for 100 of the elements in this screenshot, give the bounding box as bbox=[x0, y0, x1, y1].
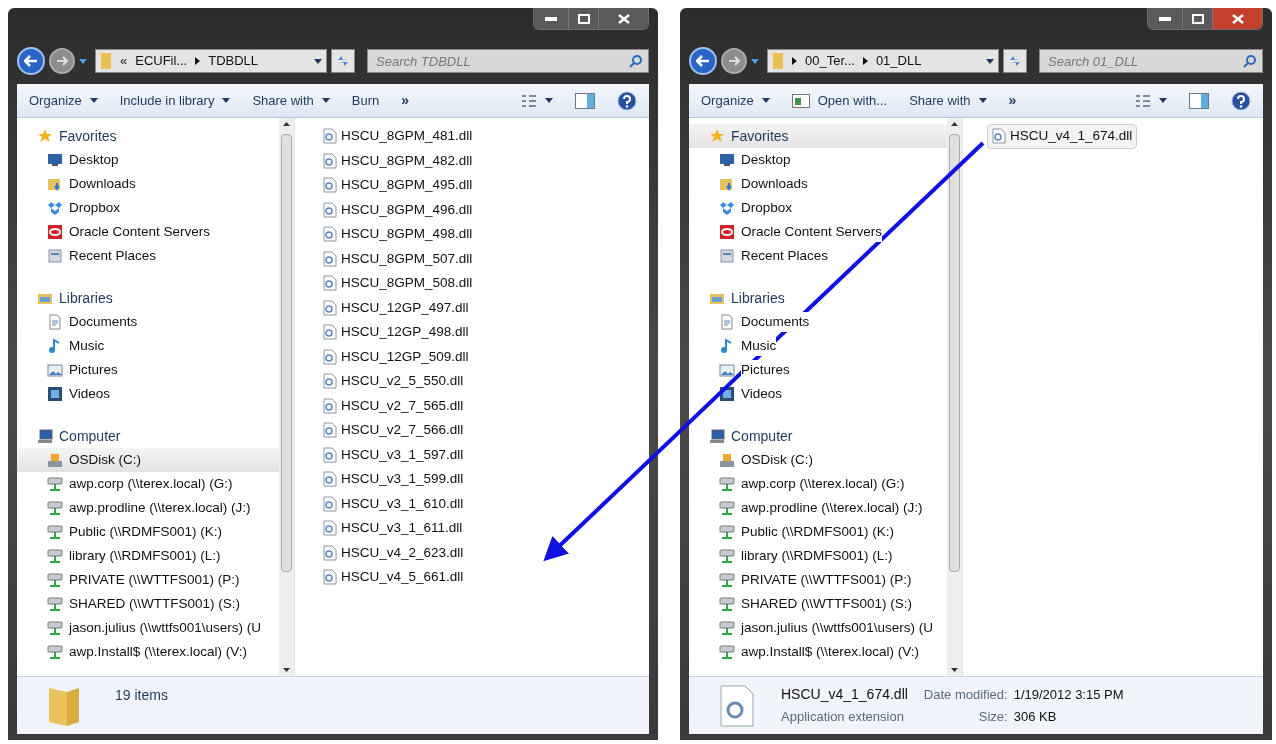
file-item[interactable]: HSCU_8GPM_508.dll bbox=[319, 271, 477, 296]
preview-pane-button[interactable] bbox=[575, 92, 595, 109]
nav-item[interactable]: SHARED (\\WTTFS001) (S:) bbox=[689, 592, 947, 616]
view-button[interactable] bbox=[1135, 93, 1167, 108]
search-field[interactable]: Search TDBDLL bbox=[367, 49, 649, 73]
nav-item[interactable]: PRIVATE (\\WTTFS001) (P:) bbox=[17, 568, 279, 592]
nav-item[interactable]: Dropbox bbox=[689, 196, 947, 220]
refresh-button[interactable] bbox=[331, 49, 355, 73]
file-item[interactable]: HSCU_v2_7_565.dll bbox=[319, 393, 468, 418]
nav-item[interactable]: Recent Places bbox=[689, 244, 947, 268]
nav-group-header[interactable]: Favorites bbox=[689, 124, 947, 148]
menu-button[interactable]: Share with bbox=[252, 90, 330, 111]
file-item[interactable]: HSCU_12GP_497.dll bbox=[319, 295, 473, 320]
file-item[interactable]: HSCU_v2_7_566.dll bbox=[319, 418, 468, 443]
nav-item[interactable]: awp.prodline (\\terex.local) (J:) bbox=[17, 496, 279, 520]
file-item[interactable]: HSCU_8GPM_481.dll bbox=[319, 124, 477, 149]
nav-item[interactable]: Downloads bbox=[17, 172, 279, 196]
nav-item[interactable]: Videos bbox=[17, 382, 279, 406]
breadcrumb[interactable]: TDBDLL bbox=[208, 51, 259, 71]
file-item[interactable]: HSCU_v4_2_623.dll bbox=[319, 540, 468, 565]
toolbar-button[interactable]: Open with... bbox=[791, 90, 888, 111]
nav-item[interactable]: Oracle Content Servers bbox=[17, 220, 279, 244]
more-button[interactable]: » bbox=[401, 90, 410, 111]
forward-button[interactable] bbox=[49, 48, 75, 74]
nav-item[interactable]: library (\\RDMFS001) (L:) bbox=[689, 544, 947, 568]
nav-item[interactable]: jason.julius (\\wttfs001\users) (U bbox=[689, 616, 947, 640]
nav-item[interactable]: Documents bbox=[689, 310, 947, 334]
file-item[interactable]: HSCU_8GPM_496.dll bbox=[319, 197, 477, 222]
scrollbar-thumb[interactable] bbox=[949, 134, 960, 572]
nav-item[interactable]: Oracle Content Servers bbox=[689, 220, 947, 244]
more-button[interactable]: » bbox=[1008, 90, 1017, 111]
file-item[interactable]: HSCU_8GPM_482.dll bbox=[319, 148, 477, 173]
nav-group-header[interactable]: Favorites bbox=[17, 124, 279, 148]
nav-item[interactable]: Public (\\RDMFS001) (K:) bbox=[689, 520, 947, 544]
file-item[interactable]: HSCU_v3_1_597.dll bbox=[319, 442, 468, 467]
nav-item[interactable]: awp.prodline (\\terex.local) (J:) bbox=[689, 496, 947, 520]
nav-item[interactable]: Pictures bbox=[689, 358, 947, 382]
scrollbar[interactable] bbox=[947, 118, 962, 676]
file-item[interactable]: HSCU_v4_1_674.dll bbox=[987, 124, 1138, 149]
file-item[interactable]: HSCU_v2_5_550.dll bbox=[319, 369, 468, 394]
nav-item[interactable]: Downloads bbox=[689, 172, 947, 196]
file-item[interactable]: HSCU_v3_1_611.dll bbox=[319, 516, 467, 541]
nav-item[interactable]: SHARED (\\WTTFS001) (S:) bbox=[17, 592, 279, 616]
preview-pane-button[interactable] bbox=[1189, 92, 1209, 109]
back-button[interactable] bbox=[689, 47, 717, 75]
nav-item[interactable]: Music bbox=[689, 334, 947, 358]
nav-item[interactable]: awp.corp (\\terex.local) (G:) bbox=[689, 472, 947, 496]
nav-item[interactable]: Pictures bbox=[17, 358, 279, 382]
nav-item[interactable]: Videos bbox=[689, 382, 947, 406]
nav-item[interactable]: Dropbox bbox=[17, 196, 279, 220]
forward-button[interactable] bbox=[721, 48, 747, 74]
address-bar[interactable]: 00_Ter... 01_DLL bbox=[767, 49, 999, 73]
nav-item[interactable]: Desktop bbox=[17, 148, 279, 172]
help-button[interactable] bbox=[617, 90, 637, 111]
menu-button[interactable]: Organize bbox=[701, 90, 770, 111]
breadcrumb[interactable]: ECUFil... bbox=[135, 51, 188, 71]
file-item[interactable]: HSCU_8GPM_495.dll bbox=[319, 173, 477, 198]
file-item[interactable]: HSCU_8GPM_498.dll bbox=[319, 222, 477, 247]
nav-item[interactable]: awp.Install$ (\\terex.local) (V:) bbox=[689, 640, 947, 664]
nav-item[interactable]: PRIVATE (\\WTTFS001) (P:) bbox=[689, 568, 947, 592]
close-button[interactable] bbox=[598, 8, 648, 29]
minimize-button[interactable] bbox=[1148, 8, 1182, 29]
nav-item[interactable]: awp.corp (\\terex.local) (G:) bbox=[17, 472, 279, 496]
nav-item[interactable]: Desktop bbox=[689, 148, 947, 172]
nav-group-header[interactable]: Computer bbox=[689, 424, 947, 448]
nav-item[interactable]: Music bbox=[17, 334, 279, 358]
nav-item[interactable]: Documents bbox=[17, 310, 279, 334]
file-item[interactable]: HSCU_v3_1_610.dll bbox=[319, 491, 468, 516]
scrollbar[interactable] bbox=[279, 118, 294, 676]
view-button[interactable] bbox=[521, 93, 553, 108]
scrollbar-thumb[interactable] bbox=[281, 134, 292, 572]
help-button[interactable] bbox=[1231, 90, 1251, 111]
nav-group-header[interactable]: Computer bbox=[17, 424, 279, 448]
file-item[interactable]: HSCU_12GP_509.dll bbox=[319, 344, 473, 369]
close-button[interactable] bbox=[1212, 8, 1262, 29]
menu-button[interactable]: Organize bbox=[29, 90, 98, 111]
breadcrumb-overflow[interactable]: « bbox=[120, 51, 128, 71]
maximize-button[interactable] bbox=[568, 8, 598, 29]
file-item[interactable]: HSCU_8GPM_507.dll bbox=[319, 246, 477, 271]
search-field[interactable]: Search 01_DLL bbox=[1039, 49, 1263, 73]
nav-item[interactable]: OSDisk (C:) bbox=[689, 448, 947, 472]
file-item[interactable]: HSCU_12GP_498.dll bbox=[319, 320, 473, 345]
nav-group-header[interactable]: Libraries bbox=[17, 286, 279, 310]
toolbar-button[interactable]: Burn bbox=[351, 90, 380, 111]
nav-item[interactable]: OSDisk (C:) bbox=[17, 448, 279, 472]
breadcrumb[interactable]: 01_DLL bbox=[875, 51, 922, 71]
file-item[interactable]: HSCU_v4_5_661.dll bbox=[319, 565, 468, 590]
breadcrumb[interactable]: 00_Ter... bbox=[805, 51, 855, 71]
menu-button[interactable]: Share with bbox=[909, 90, 987, 111]
nav-item[interactable]: library (\\RDMFS001) (L:) bbox=[17, 544, 279, 568]
back-button[interactable] bbox=[17, 47, 45, 75]
file-item[interactable]: HSCU_v3_1_599.dll bbox=[319, 467, 468, 492]
nav-item[interactable]: Recent Places bbox=[17, 244, 279, 268]
nav-group-header[interactable]: Libraries bbox=[689, 286, 947, 310]
minimize-button[interactable] bbox=[534, 8, 568, 29]
nav-item[interactable]: Public (\\RDMFS001) (K:) bbox=[17, 520, 279, 544]
maximize-button[interactable] bbox=[1182, 8, 1212, 29]
address-bar[interactable]: « ECUFil... TDBDLL bbox=[95, 49, 327, 73]
menu-button[interactable]: Include in library bbox=[119, 90, 231, 111]
nav-item[interactable]: jason.julius (\\wttfs001\users) (U bbox=[17, 616, 279, 640]
